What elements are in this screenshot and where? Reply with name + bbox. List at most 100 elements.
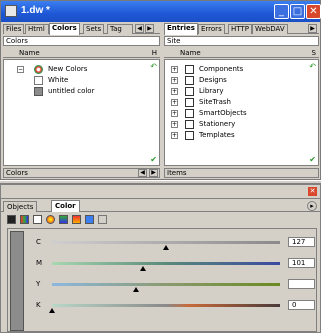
- current-color-swatch: [10, 231, 24, 331]
- grayscale-icon[interactable]: [7, 215, 16, 224]
- tab-scroll-right-icon[interactable]: ▶: [308, 24, 317, 33]
- slider-thumb-y[interactable]: [133, 287, 140, 292]
- tab-tag[interactable]: Tag: [107, 24, 133, 34]
- left-tab-bar: Files Html Colors Sets Tag ◀ ▶: [3, 23, 160, 35]
- colors-list[interactable]: ↶ − New Colors White untitled color ✔: [3, 59, 160, 166]
- palette-icon[interactable]: [72, 215, 81, 224]
- expand-icon[interactable]: +: [171, 121, 178, 128]
- tab-sets[interactable]: Sets: [83, 24, 105, 34]
- rgb-icon[interactable]: [20, 215, 29, 224]
- slider-value-k[interactable]: 0: [288, 300, 315, 310]
- slider-label-k: K: [36, 301, 41, 309]
- status-right-icon[interactable]: ▶: [149, 169, 158, 177]
- window-titlebar[interactable]: 1.dw * _ □ ✕: [1, 1, 321, 22]
- expand-icon[interactable]: +: [171, 66, 178, 73]
- slider-value-c[interactable]: 127: [288, 237, 315, 247]
- list-item[interactable]: White: [4, 75, 159, 86]
- tab-webdav[interactable]: WebDAV: [252, 24, 288, 34]
- column-header: Name S: [164, 48, 319, 58]
- list-item-label: untitled color: [48, 87, 95, 95]
- slider-value-m[interactable]: 101: [288, 258, 315, 268]
- panel-titlebar[interactable]: ✕: [1, 185, 320, 199]
- checkmark-icon: ✔: [150, 155, 157, 164]
- list-item[interactable]: − New Colors: [4, 64, 159, 75]
- tab-color[interactable]: Color: [51, 200, 80, 212]
- status-bar: Colors ◀ ▶: [3, 168, 160, 178]
- folder-icon: [185, 120, 194, 129]
- checkmark-icon: ✔: [309, 155, 316, 164]
- status-bar: Items: [164, 168, 319, 178]
- list-item-label: Library: [199, 87, 224, 95]
- list-item[interactable]: + SmartObjects: [165, 108, 318, 119]
- folder-icon: [185, 131, 194, 140]
- list-item[interactable]: + Components: [165, 64, 318, 75]
- column-header: Name H: [3, 48, 160, 58]
- folder-icon: [185, 76, 194, 85]
- expand-icon[interactable]: +: [171, 110, 178, 117]
- close-button[interactable]: ✕: [306, 4, 321, 19]
- list-item[interactable]: + SiteTrash: [165, 97, 318, 108]
- tab-errors[interactable]: Errors: [198, 24, 225, 34]
- list-item-label: Components: [199, 65, 244, 73]
- column-last[interactable]: S: [312, 49, 316, 57]
- document-window: 1.dw * _ □ ✕ Files Html Colors Sets Tag …: [0, 0, 321, 180]
- slider-track-k[interactable]: [52, 304, 280, 307]
- tab-scroll-left-icon[interactable]: ◀: [135, 24, 144, 33]
- list-item[interactable]: + Library: [165, 86, 318, 97]
- cmyk-icon[interactable]: [33, 215, 42, 224]
- slider-track-c[interactable]: [52, 241, 280, 244]
- document-icon: [5, 5, 17, 17]
- list-item[interactable]: untitled color: [4, 86, 159, 97]
- status-text: Items: [167, 169, 187, 177]
- minimize-button[interactable]: _: [274, 4, 289, 19]
- column-name[interactable]: Name: [180, 49, 201, 57]
- column-last[interactable]: H: [152, 49, 157, 57]
- slider-label-c: C: [36, 238, 41, 246]
- tab-files[interactable]: Files: [3, 24, 25, 34]
- collapse-icon[interactable]: −: [17, 66, 24, 73]
- hsv-icon[interactable]: [46, 215, 55, 224]
- left-pane: Files Html Colors Sets Tag ◀ ▶ Colors Na…: [3, 23, 160, 179]
- list-item-label: SiteTrash: [199, 98, 231, 106]
- web-color-icon[interactable]: [85, 215, 94, 224]
- site-list[interactable]: ↶ + Components + Designs + Library + Sit…: [164, 59, 319, 166]
- hls-icon[interactable]: [59, 215, 68, 224]
- slider-thumb-m[interactable]: [140, 266, 147, 271]
- list-item-label: New Colors: [48, 65, 88, 73]
- slider-track-y[interactable]: [52, 283, 280, 286]
- path-field[interactable]: Colors: [3, 36, 160, 46]
- list-item[interactable]: + Templates: [165, 130, 318, 141]
- color-folder-icon: [34, 65, 43, 74]
- white-swatch-icon: [34, 76, 43, 85]
- status-left-icon[interactable]: ◀: [138, 169, 147, 177]
- slider-thumb-k[interactable]: [49, 308, 55, 313]
- tab-objects[interactable]: Objects: [3, 201, 38, 212]
- expand-icon[interactable]: +: [171, 132, 178, 139]
- folder-icon: [185, 87, 194, 96]
- slider-label-m: M: [36, 259, 43, 267]
- slider-value-y[interactable]: [288, 279, 315, 289]
- window-title: 1.dw *: [21, 5, 50, 16]
- color-model-toolbar: [1, 213, 320, 226]
- list-item[interactable]: + Designs: [165, 75, 318, 86]
- tab-html[interactable]: Html: [25, 24, 49, 34]
- expand-icon[interactable]: +: [171, 99, 178, 106]
- list-item[interactable]: + Stationery: [165, 119, 318, 130]
- expand-icon[interactable]: +: [171, 88, 178, 95]
- slider-track-m[interactable]: [52, 262, 280, 265]
- panel-close-icon[interactable]: ✕: [308, 187, 317, 196]
- path-field[interactable]: Site: [164, 36, 319, 46]
- expand-icon[interactable]: +: [171, 77, 178, 84]
- tab-http[interactable]: HTTP: [228, 24, 252, 34]
- tab-colors[interactable]: Colors: [49, 23, 80, 35]
- tab-entries[interactable]: Entries: [164, 23, 198, 35]
- panel-tab-bar: Objects Color ▸: [1, 200, 320, 212]
- panel-menu-icon[interactable]: ▸: [307, 201, 317, 211]
- tab-scroll-right-icon[interactable]: ▶: [145, 24, 154, 33]
- eyedropper-icon[interactable]: [98, 215, 107, 224]
- right-tab-bar: Entries Errors HTTP WebDAV ▶: [164, 23, 319, 35]
- slider-thumb-c[interactable]: [163, 245, 169, 250]
- folder-icon: [185, 65, 194, 74]
- maximize-button[interactable]: □: [290, 4, 305, 19]
- column-name[interactable]: Name: [19, 49, 40, 57]
